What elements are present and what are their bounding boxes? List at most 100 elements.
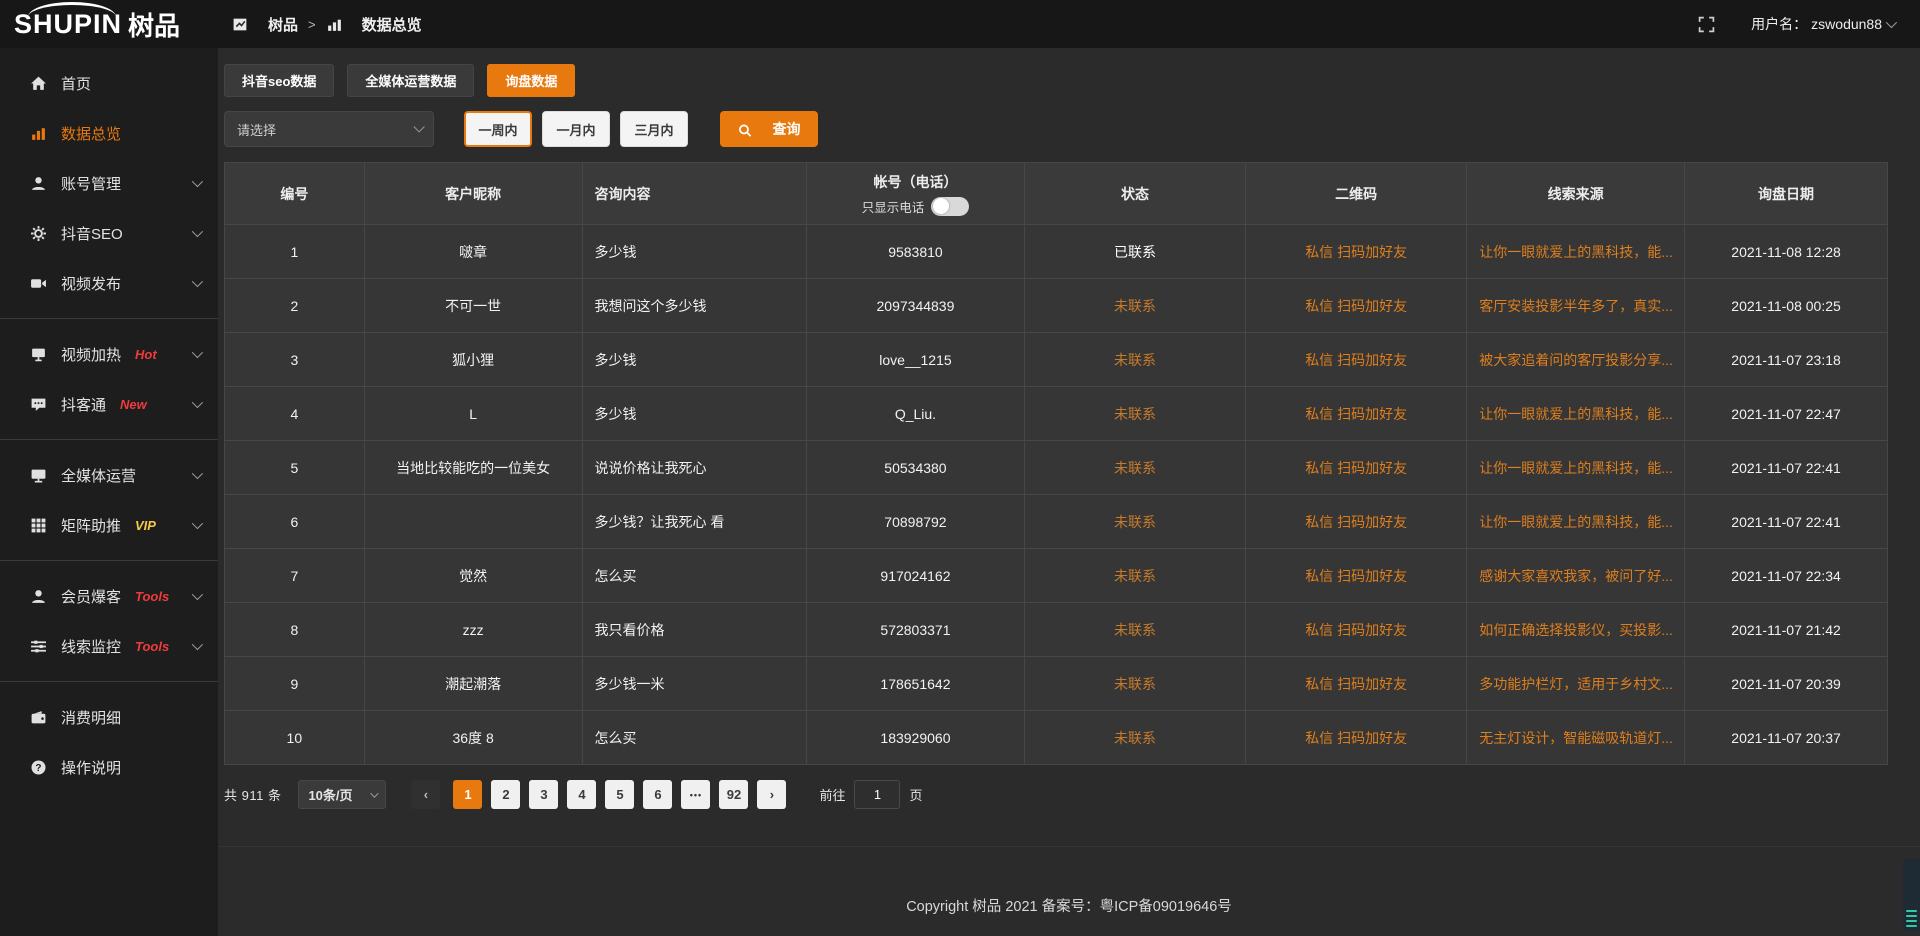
- total-count: 共 911 条: [224, 785, 281, 804]
- help-icon: ?: [30, 759, 47, 776]
- status-badge: 未联系: [1024, 333, 1245, 387]
- topbar: SHUPIN 树品 树品 > 数据总览 用户名： zswodun88: [0, 0, 1920, 48]
- next-page-button[interactable]: ›: [757, 780, 786, 809]
- status-badge: 已联系: [1024, 225, 1245, 279]
- qrcode-links[interactable]: 私信 扫码加好友: [1246, 603, 1467, 657]
- source-link[interactable]: 让你一眼就爱上的黑科技，能...: [1467, 441, 1685, 495]
- period-month-button[interactable]: 一月内: [542, 111, 610, 147]
- status-badge: 未联系: [1024, 549, 1245, 603]
- sidebar-item-data-overview[interactable]: 数据总览: [0, 108, 218, 158]
- qrcode-links[interactable]: 私信 扫码加好友: [1246, 711, 1467, 765]
- user-icon: [30, 175, 47, 192]
- sliders-icon: [30, 638, 47, 655]
- chevron-down-icon: [192, 226, 203, 237]
- source-link[interactable]: 让你一眼就爱上的黑科技，能...: [1467, 495, 1685, 549]
- goto-page-input[interactable]: [854, 780, 900, 809]
- sidebar-item-video-publish[interactable]: 视频发布: [0, 258, 218, 308]
- account-select[interactable]: 请选择: [224, 111, 434, 147]
- table-row: 2 不可一世 我想问这个多少钱 2097344839 未联系 私信 扫码加好友 …: [225, 279, 1888, 333]
- qrcode-links[interactable]: 私信 扫码加好友: [1246, 225, 1467, 279]
- gear-icon: [30, 225, 47, 242]
- doc-chart-icon: [232, 16, 249, 33]
- sidebar-item-home[interactable]: 首页: [0, 58, 218, 108]
- wallet-icon: [30, 709, 47, 726]
- col-id: 编号: [225, 163, 365, 225]
- sidebar-item-spend-detail[interactable]: 消费明细: [0, 692, 218, 742]
- page-button-3[interactable]: 3: [529, 780, 558, 809]
- chevron-down-icon: [192, 176, 203, 187]
- qrcode-links[interactable]: 私信 扫码加好友: [1246, 441, 1467, 495]
- sidebar-item-douyin-seo[interactable]: 抖音SEO: [0, 208, 218, 258]
- col-account: 帐号（电话） 只显示电话: [807, 163, 1025, 225]
- sidebar-item-video-heat[interactable]: 视频加热 Hot: [0, 329, 218, 379]
- source-link[interactable]: 客厅安装投影半年多了，真实...: [1467, 279, 1685, 333]
- query-button[interactable]: 查询: [720, 111, 818, 147]
- logo-text-cn: 树品: [128, 6, 180, 43]
- table-row: 9 潮起潮落 多少钱一米 178651642 未联系 私信 扫码加好友 多功能护…: [225, 657, 1888, 711]
- qrcode-links[interactable]: 私信 扫码加好友: [1246, 387, 1467, 441]
- qrcode-links[interactable]: 私信 扫码加好友: [1246, 657, 1467, 711]
- page-button-4[interactable]: 4: [567, 780, 596, 809]
- col-date: 询盘日期: [1685, 163, 1888, 225]
- sidebar-item-help[interactable]: ? 操作说明: [0, 742, 218, 792]
- sidebar-item-member-burst[interactable]: 会员爆客 Tools: [0, 571, 218, 621]
- sidebar: 首页 数据总览 账号管理 抖音SEO 视频发布 视频加热 Hot: [0, 48, 218, 936]
- prev-page-button[interactable]: ‹: [411, 780, 440, 809]
- breadcrumb-current[interactable]: 数据总览: [326, 14, 422, 35]
- screen-icon: [30, 346, 47, 363]
- user-label: 用户名：: [1751, 14, 1807, 34]
- page-button-92[interactable]: 92: [719, 780, 748, 809]
- member-icon: [30, 588, 47, 605]
- tab-inquiry-data[interactable]: 询盘数据: [487, 64, 575, 97]
- page-size-select[interactable]: 10条/页: [298, 780, 386, 809]
- page-button-5[interactable]: 5: [605, 780, 634, 809]
- sidebar-item-doukes[interactable]: 抖客通 New: [0, 379, 218, 429]
- main-content: 抖音seo数据 全媒体运营数据 询盘数据 请选择 一周内 一月内 三月内 查询: [218, 48, 1920, 936]
- sidebar-item-lead-monitor[interactable]: 线索监控 Tools: [0, 621, 218, 671]
- more-pages-button[interactable]: •••: [681, 780, 710, 809]
- home-icon: [30, 75, 47, 92]
- qrcode-links[interactable]: 私信 扫码加好友: [1246, 333, 1467, 387]
- user-menu[interactable]: 用户名： zswodun88: [1751, 14, 1894, 34]
- sidebar-item-omnimedia[interactable]: 全媒体运营: [0, 450, 218, 500]
- breadcrumb-separator: >: [308, 17, 316, 32]
- source-link[interactable]: 无主灯设计，智能磁吸轨道灯...: [1467, 711, 1685, 765]
- copyright-text: Copyright 树品 2021 备案号：粤ICP备09019646号: [906, 895, 1232, 936]
- floating-chat-widget[interactable]: [1903, 859, 1920, 931]
- phone-only-toggle[interactable]: [931, 197, 969, 216]
- breadcrumb-root[interactable]: 树品: [232, 14, 298, 35]
- period-week-button[interactable]: 一周内: [464, 111, 532, 147]
- page-suffix: 页: [909, 785, 922, 804]
- page-button-1[interactable]: 1: [453, 780, 482, 809]
- app-logo: SHUPIN 树品: [0, 0, 218, 48]
- chevron-down-icon: [192, 639, 203, 650]
- table-header-row: 编号 客户昵称 咨询内容 帐号（电话） 只显示电话 状态 二维码 线索来源 询盘…: [225, 163, 1888, 225]
- chevron-down-icon: [192, 518, 203, 529]
- search-icon: [738, 122, 752, 136]
- chevron-down-icon: [192, 589, 203, 600]
- video-camera-icon: [30, 275, 47, 292]
- source-link[interactable]: 如何正确选择投影仪，买投影...: [1467, 603, 1685, 657]
- page-button-6[interactable]: 6: [643, 780, 672, 809]
- sidebar-item-matrix-boost[interactable]: 矩阵助推 VIP: [0, 500, 218, 550]
- tab-omnimedia-data[interactable]: 全媒体运营数据: [347, 64, 474, 97]
- sidebar-item-account-mgmt[interactable]: 账号管理: [0, 158, 218, 208]
- source-link[interactable]: 让你一眼就爱上的黑科技，能...: [1467, 387, 1685, 441]
- status-badge: 未联系: [1024, 657, 1245, 711]
- source-link[interactable]: 被大家追着问的客厅投影分享...: [1467, 333, 1685, 387]
- source-link[interactable]: 让你一眼就爱上的黑科技，能...: [1467, 225, 1685, 279]
- qrcode-links[interactable]: 私信 扫码加好友: [1246, 495, 1467, 549]
- table-row: 5 当地比较能吃的一位美女 说说价格让我死心 50534380 未联系 私信 扫…: [225, 441, 1888, 495]
- qrcode-links[interactable]: 私信 扫码加好友: [1246, 549, 1467, 603]
- table-row: 7 觉然 怎么买 917024162 未联系 私信 扫码加好友 感谢大家喜欢我家…: [225, 549, 1888, 603]
- username: zswodun88: [1811, 16, 1882, 32]
- source-link[interactable]: 感谢大家喜欢我家，被问了好...: [1467, 549, 1685, 603]
- tab-douyin-seo-data[interactable]: 抖音seo数据: [224, 64, 334, 97]
- table-row: 1 啵章 多少钱 9583810 已联系 私信 扫码加好友 让你一眼就爱上的黑科…: [225, 225, 1888, 279]
- page-button-2[interactable]: 2: [491, 780, 520, 809]
- qrcode-links[interactable]: 私信 扫码加好友: [1246, 279, 1467, 333]
- source-link[interactable]: 多功能护栏灯，适用于乡村文...: [1467, 657, 1685, 711]
- chevron-down-icon: [192, 276, 203, 287]
- period-quarter-button[interactable]: 三月内: [620, 111, 688, 147]
- fullscreen-icon[interactable]: [1698, 16, 1715, 33]
